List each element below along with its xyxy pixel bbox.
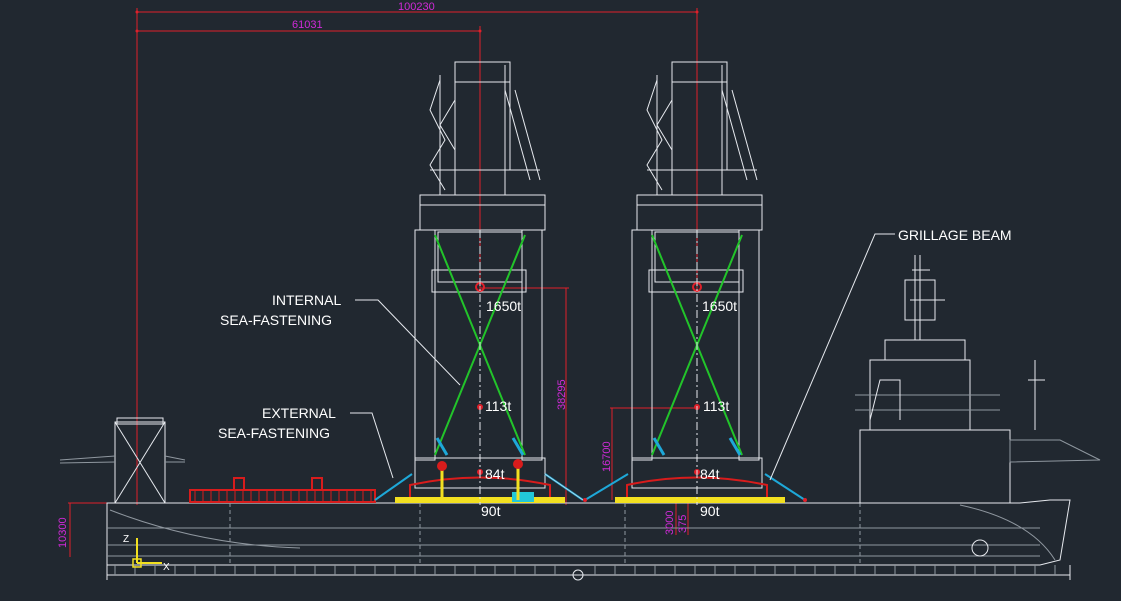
internal-label-line2: SEA-FASTENING xyxy=(220,312,332,328)
crane2-weight-84: 84t xyxy=(700,466,720,482)
crane1-weight-mid: 113t xyxy=(485,398,511,414)
crane-2 xyxy=(583,61,807,505)
superstructure xyxy=(855,255,1101,504)
dim-first-crane: 61031 xyxy=(292,19,323,31)
axis-x-label: X xyxy=(163,562,170,573)
crane1-weight-top: 1650t xyxy=(486,298,521,314)
dimension-lines xyxy=(68,8,699,557)
ucs-axes xyxy=(132,538,162,568)
deck-cargo xyxy=(189,477,376,503)
dim-deck-height: 10300 xyxy=(57,517,69,548)
external-label-line1: EXTERNAL xyxy=(262,405,336,421)
aft-tower xyxy=(59,417,186,504)
crane-1 xyxy=(374,61,584,505)
crane2-weight-top: 1650t xyxy=(702,298,737,314)
crane1-weight-90: 90t xyxy=(481,503,501,519)
dim-375: 375 xyxy=(677,515,689,533)
crane1-weight-84: 84t xyxy=(485,466,505,482)
crane2-weight-90: 90t xyxy=(700,503,720,519)
vessel-hull xyxy=(106,499,1071,581)
dim-height-lower: 16700 xyxy=(601,441,613,472)
dim-3000: 3000 xyxy=(664,511,676,535)
internal-label-line1: INTERNAL xyxy=(272,292,341,308)
dim-height-cog: 38295 xyxy=(556,379,568,410)
drawing-canvas: INTERNAL SEA-FASTENING EXTERNAL SEA-FAST… xyxy=(57,1,1101,581)
crane2-weight-mid: 113t xyxy=(703,398,729,414)
external-label-line2: SEA-FASTENING xyxy=(218,425,330,441)
grillage-label: GRILLAGE BEAM xyxy=(898,227,1012,243)
axis-z-label: Z xyxy=(123,534,129,545)
dim-overall: 100230 xyxy=(398,1,435,13)
